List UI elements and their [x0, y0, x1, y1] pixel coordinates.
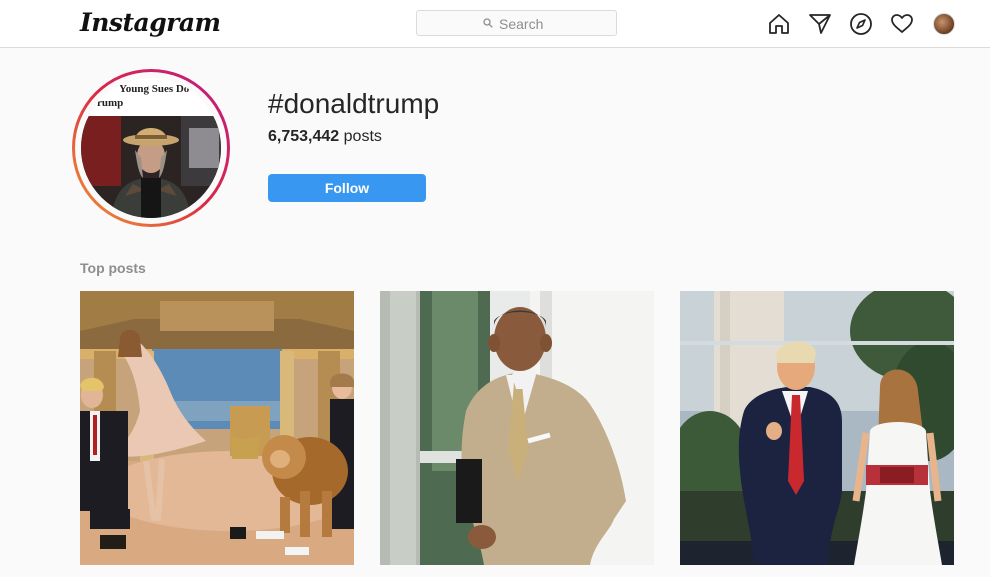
profile-avatar[interactable]: [933, 13, 955, 35]
search-input[interactable]: Search: [416, 10, 617, 36]
top-posts-heading: Top posts: [80, 260, 146, 276]
hashtag-avatar-ring: Young Sues Do rump: [72, 69, 230, 227]
follow-button[interactable]: Follow: [268, 174, 426, 202]
direct-icon[interactable]: [808, 12, 832, 36]
post-count: 6,753,442 posts: [268, 128, 382, 146]
post-family-penthouse[interactable]: [80, 291, 354, 565]
hashtag-title: #donaldtrump: [268, 88, 440, 119]
post-man-tan-suit[interactable]: [380, 291, 654, 565]
post-count-value: 6,753,442: [268, 128, 340, 145]
explore-icon[interactable]: [849, 12, 873, 36]
hashtag-avatar-image: Young Sues Do rump: [81, 78, 221, 218]
search-placeholder: Search: [499, 16, 544, 32]
post-couple-ceremony[interactable]: [680, 291, 954, 565]
instagram-logo[interactable]: Instagram: [80, 8, 221, 37]
activity-heart-icon[interactable]: [890, 12, 914, 36]
avatar-headline-1: Young Sues Do: [119, 83, 190, 95]
top-nav: Instagram Search: [0, 0, 990, 48]
home-icon[interactable]: [767, 12, 791, 36]
post-count-label: posts: [343, 128, 382, 145]
avatar-headline-2: rump: [97, 97, 123, 109]
search-icon: [483, 18, 493, 28]
